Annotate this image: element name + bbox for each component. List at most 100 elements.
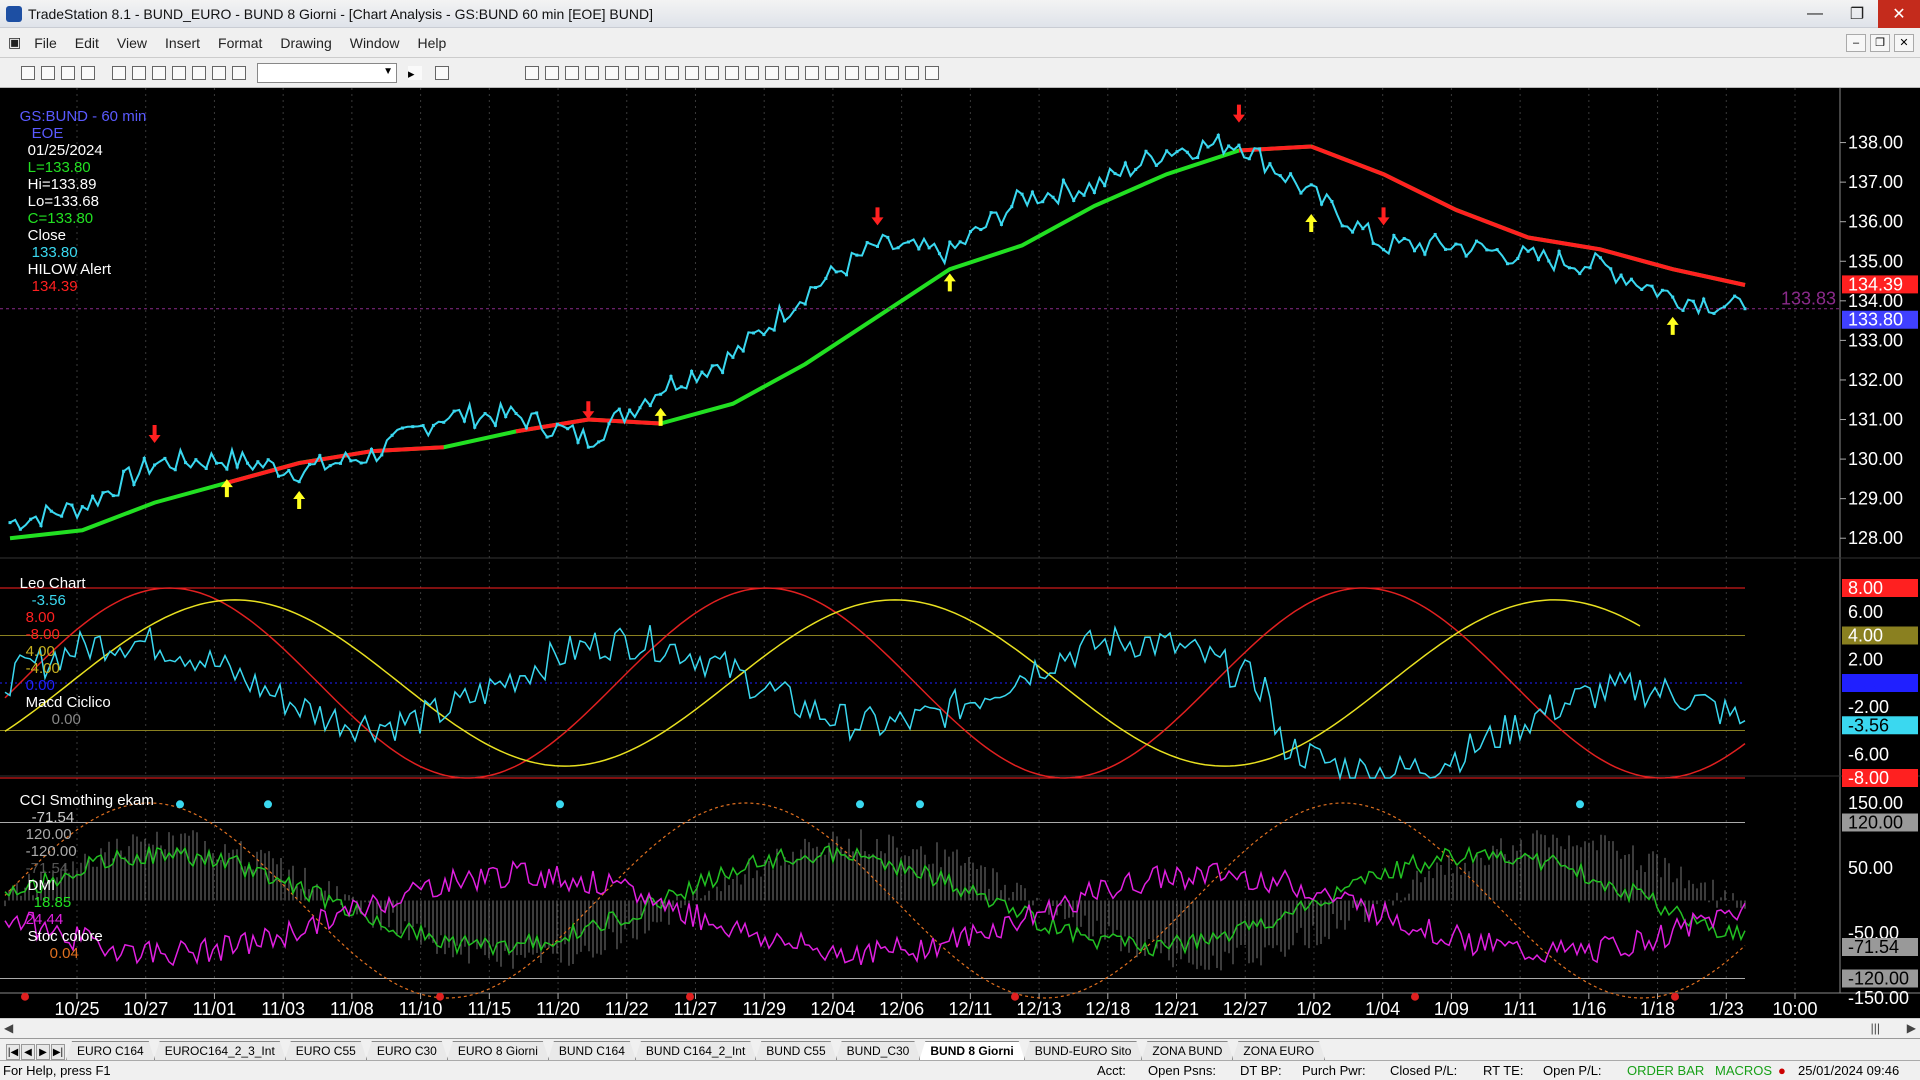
globe-icon[interactable] [232,65,246,80]
close-bar-point [483,412,487,416]
candle-icon[interactable] [565,65,579,80]
tab-bund-8-giorni[interactable]: BUND 8 Giorni [919,1041,1024,1060]
tab-euro-c55[interactable]: EURO C55 [285,1041,367,1060]
close-bar-point [29,517,33,521]
menu-edit[interactable]: Edit [66,35,108,51]
tab-zona-euro[interactable]: ZONA EURO [1232,1041,1325,1060]
copy-icon[interactable] [61,65,75,80]
chart-canvas[interactable]: 10/25 10/27 11/01 11/03 11/08 11/10 11/15 11/20… [0,88,1920,1018]
price-axis-label: 137.00 [1848,172,1903,192]
close-bar-point [783,319,787,323]
close-bar-point [1351,230,1355,234]
insert-icon[interactable] [172,65,186,80]
close-bar-point [1681,308,1685,312]
ellipse-icon[interactable] [885,65,899,80]
menu-window[interactable]: Window [341,35,409,51]
folder-icon[interactable] [81,65,95,80]
close-bar-point [80,505,84,509]
text-icon[interactable] [925,65,939,80]
order-bar-label[interactable]: ORDER BAR [1627,1063,1704,1078]
tab-euroc164-2-3-int[interactable]: EUROC164_2_3_Int [154,1041,286,1060]
close-bar-point [1464,254,1468,258]
find-icon[interactable] [435,65,449,80]
macros-label[interactable]: MACROS [1715,1063,1772,1078]
close-bar-point [937,252,941,256]
close-bar-point [235,465,239,469]
time-axis-label: 1/02 [1296,999,1331,1018]
menu-format[interactable]: Format [209,35,271,51]
scroll-right-icon[interactable]: ▶ [1907,1021,1916,1035]
tab-prev-icon[interactable]: ◀ [21,1044,35,1060]
fib-icon[interactable] [805,65,819,80]
vline-icon[interactable] [785,65,799,80]
menu-drawing[interactable]: Drawing [271,35,340,51]
save-icon[interactable] [112,65,126,80]
arrow-right-icon[interactable]: ▸ [408,65,422,81]
zoom-out-icon[interactable] [685,65,699,80]
cursor-icon[interactable] [705,65,719,80]
tab-euro-c164[interactable]: EURO C164 [66,1041,155,1060]
mdi-close-button[interactable]: ✕ [1894,33,1914,52]
point-icon[interactable] [585,65,599,80]
tab-last-icon[interactable]: ▶| [51,1044,65,1060]
close-bar-point [814,286,818,290]
tab-euro-8-giorni[interactable]: EURO 8 Giorni [447,1041,549,1060]
horizontal-scrollbar[interactable]: ◀ ||| ▶ [0,1018,1920,1038]
scroll-thumb-icon[interactable]: ||| [1871,1021,1880,1035]
leo-header: Leo Chart -3.56 8.00 -8.00 4.00 -4.00 0.… [3,558,111,745]
scroll-left-icon[interactable]: ◀ [4,1021,13,1035]
line-type-icon[interactable] [545,65,559,80]
channel-icon[interactable] [825,65,839,80]
layout-icon[interactable] [152,65,166,80]
menu-view[interactable]: View [108,35,156,51]
workspace-select[interactable] [257,62,397,83]
draw-icon[interactable] [212,65,226,80]
trendline-icon[interactable] [745,65,759,80]
grid-icon[interactable] [192,65,206,80]
leo-axis-label: 2.00 [1848,649,1883,669]
macd-value: 0.00 [51,711,81,728]
tab-bund-c30[interactable]: BUND_C30 [836,1041,921,1060]
close-bar-point [628,408,632,412]
cci-axis-label: 150.00 [1848,793,1903,813]
hline-icon[interactable] [765,65,779,80]
arrow-up-icon[interactable] [865,65,879,80]
maximize-button[interactable]: ❐ [1836,0,1878,28]
close-eq-label: C=133.80 [27,210,94,227]
rectangle-icon[interactable] [905,65,919,80]
doc-icon[interactable]: ▣ [0,34,25,51]
menu-help[interactable]: Help [409,35,456,51]
new-icon[interactable] [21,65,35,80]
time-axis-label: 10:00 [1772,999,1817,1018]
close-bar-point [153,463,157,467]
tab-bund-c55[interactable]: BUND C55 [755,1041,836,1060]
menu-file[interactable]: File [25,35,66,51]
bar-type-icon[interactable] [525,65,539,80]
tab-zona-bund[interactable]: ZONA BUND [1141,1041,1233,1060]
mdi-restore-button[interactable]: ❐ [1870,33,1890,52]
chart-area[interactable]: 10/25 10/27 11/01 11/03 11/08 11/10 11/15 11/20… [0,88,1920,1018]
tab-next-icon[interactable]: ▶ [36,1044,50,1060]
tab-bund-euro-sito[interactable]: BUND-EURO Sito [1024,1041,1143,1060]
tab-bund-c164[interactable]: BUND C164 [548,1041,636,1060]
crosshair-icon[interactable] [725,65,739,80]
minimize-button[interactable]: — [1794,0,1836,28]
mdi-minimize-button[interactable]: – [1846,33,1866,52]
strategy-icon[interactable] [625,65,639,80]
format-icon[interactable] [645,65,659,80]
arrow-down-icon[interactable] [845,65,859,80]
zoom-in-icon[interactable] [665,65,679,80]
close-bar-point [1660,288,1664,292]
print-icon[interactable] [132,65,146,80]
menu-insert[interactable]: Insert [156,35,209,51]
tab-euro-c30[interactable]: EURO C30 [366,1041,448,1060]
close-bar-point [1650,284,1654,288]
tab-first-icon[interactable]: |◀ [6,1044,20,1060]
indicator-icon[interactable] [605,65,619,80]
close-bar-point [359,461,363,465]
time-axis-label: 11/15 [467,999,511,1018]
open-icon[interactable] [41,65,55,80]
close-button[interactable]: ✕ [1878,0,1920,28]
tab-bund-c164-2-int[interactable]: BUND C164_2_Int [635,1041,756,1060]
close-bar-point [1433,232,1437,236]
